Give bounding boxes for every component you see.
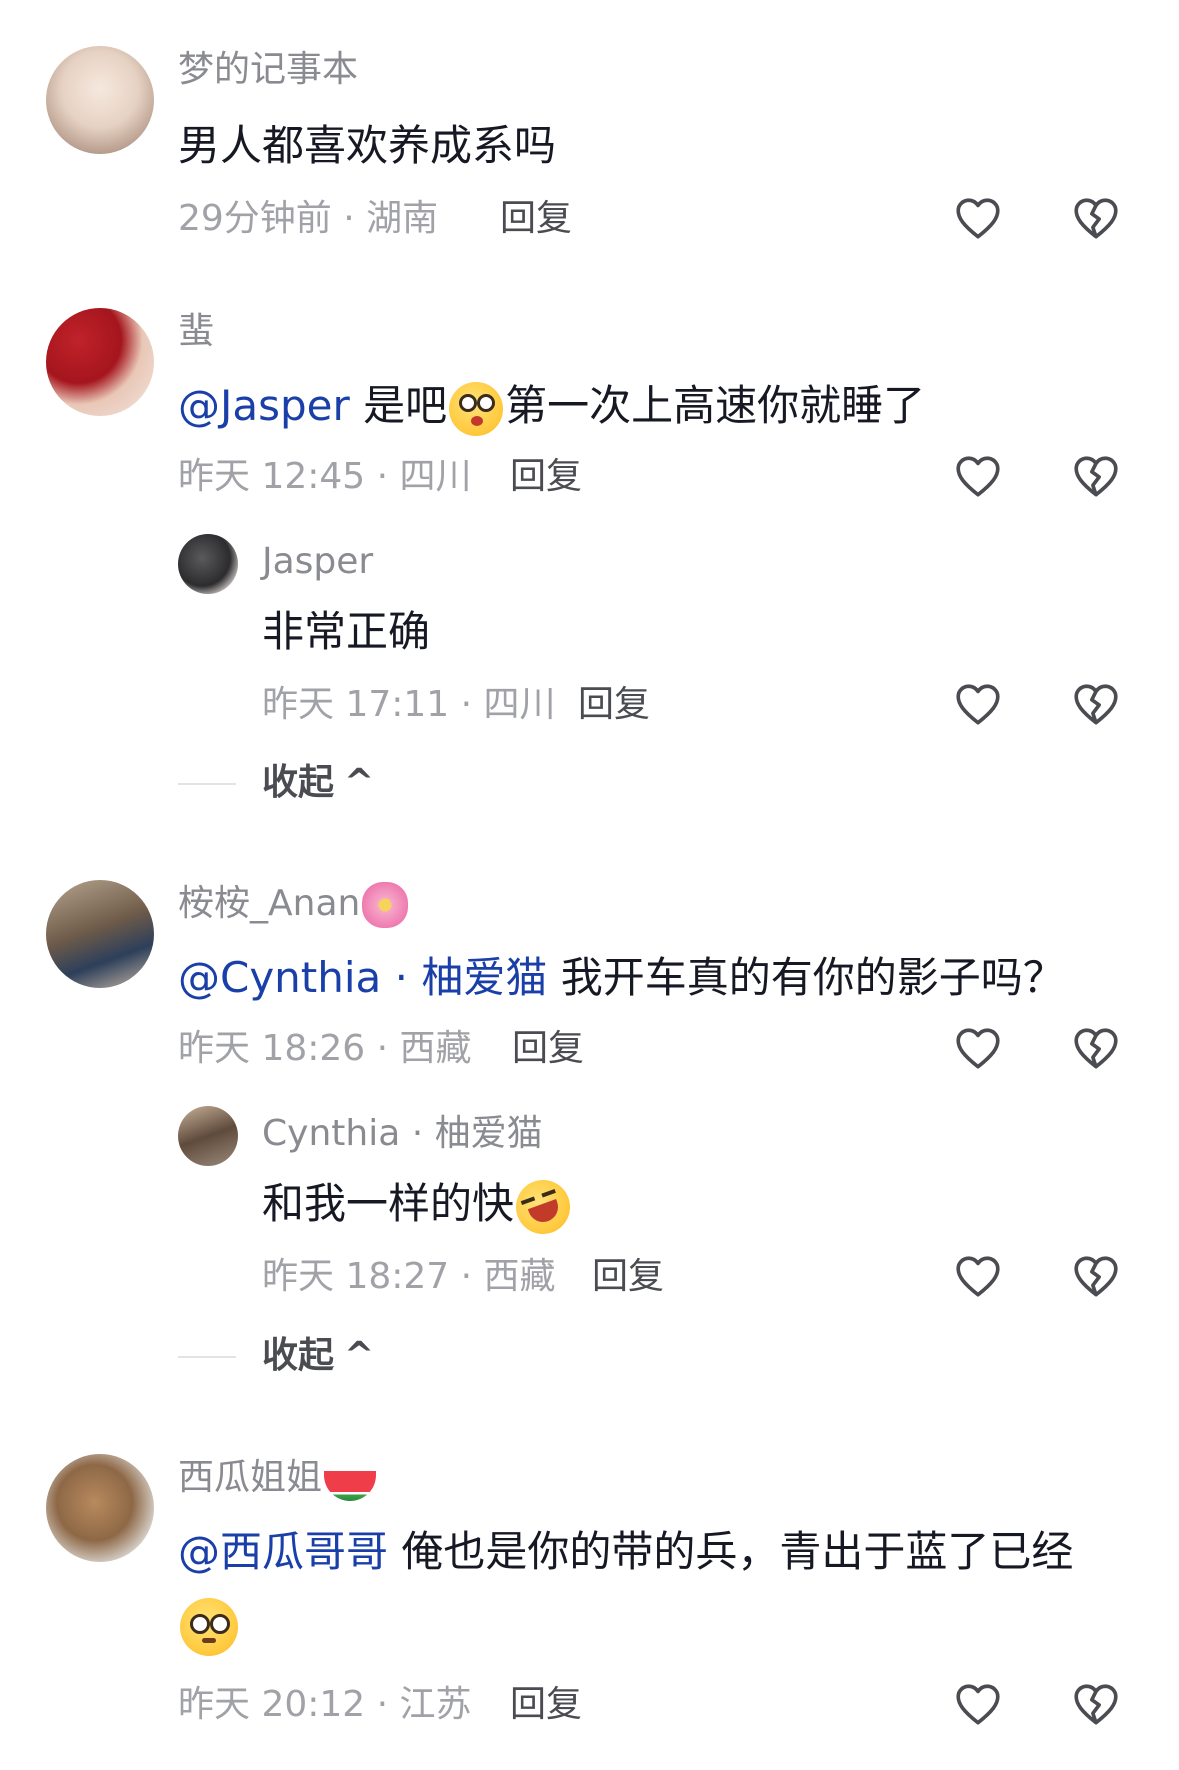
chevron-up-icon: ^: [344, 762, 375, 803]
collapse-replies-button[interactable]: 收起 ^: [262, 761, 374, 805]
comment-meta: 昨天 18:26 · 西藏: [178, 1028, 472, 1069]
flushed-face-emoji: [180, 1597, 238, 1656]
broken-heart-icon: [1074, 684, 1118, 725]
broken-heart-icon: [1074, 1684, 1118, 1725]
divider: [178, 783, 236, 785]
watermelon-emoji: [324, 1471, 377, 1501]
dislike-button[interactable]: [1071, 1680, 1121, 1730]
like-button[interactable]: [953, 194, 1003, 244]
avatar[interactable]: [178, 534, 238, 594]
comment-text-part: 我开车真的有你的影子吗？: [547, 953, 1065, 1002]
reply-author[interactable]: Cynthia · 柚爱猫: [262, 1112, 543, 1156]
reply-button[interactable]: 回复: [510, 1683, 582, 1727]
like-button[interactable]: [953, 452, 1003, 502]
chevron-up-icon: ^: [344, 1335, 375, 1376]
heart-icon: [956, 1256, 1000, 1297]
like-button[interactable]: [953, 1252, 1003, 1302]
like-button[interactable]: [953, 1680, 1003, 1730]
comment-author[interactable]: 梦的记事本: [178, 48, 358, 92]
dislike-button[interactable]: [1071, 1024, 1121, 1074]
comment-text-emoji-line: [178, 1596, 240, 1656]
comment-author[interactable]: 西瓜姐姐: [178, 1456, 378, 1501]
broken-heart-icon: [1074, 1028, 1118, 1069]
avatar[interactable]: [46, 1454, 154, 1562]
like-button[interactable]: [953, 1024, 1003, 1074]
comment-text-part: 第一次上高速你就睡了: [505, 381, 926, 430]
comment-text: @Jasper 是吧 第一次上高速你就睡了: [178, 378, 925, 436]
collapse-label: 收起: [262, 762, 335, 803]
dislike-button[interactable]: [1071, 1252, 1121, 1302]
reply-meta: 昨天 17:11 · 四川: [262, 684, 556, 725]
reply-button[interactable]: 回复: [510, 455, 582, 499]
avatar[interactable]: [46, 46, 154, 154]
reply-text-part: 和我一样的快: [262, 1179, 515, 1228]
collapse-replies-button[interactable]: 收起 ^: [262, 1334, 374, 1378]
dislike-button[interactable]: [1071, 452, 1121, 502]
author-name: 桉桉_Anan: [178, 883, 361, 924]
avatar[interactable]: [46, 880, 154, 988]
mention-link[interactable]: @Jasper: [178, 381, 350, 430]
comment-text: @Cynthia · 柚爱猫 我开车真的有你的影子吗？: [178, 950, 1065, 1006]
comment-meta: 29分钟前 · 湖南: [178, 198, 439, 239]
comment-meta: 昨天 12:45 · 四川: [178, 456, 472, 497]
heart-icon: [956, 198, 1000, 239]
mention-link[interactable]: @Cynthia · 柚爱猫: [178, 953, 547, 1002]
heart-icon: [956, 1684, 1000, 1725]
avatar[interactable]: [178, 1106, 238, 1166]
comment-author[interactable]: 蜚: [178, 310, 214, 354]
avatar[interactable]: [46, 308, 154, 416]
reply-text: 非常正确: [262, 607, 431, 656]
kissing-face-emoji: [449, 381, 504, 436]
reply-button[interactable]: 回复: [500, 197, 572, 241]
mention-link[interactable]: @西瓜哥哥: [178, 1527, 388, 1576]
reply-author[interactable]: Jasper: [262, 540, 373, 584]
heart-icon: [956, 684, 1000, 725]
cherry-blossom-emoji: [362, 882, 409, 928]
comment-author[interactable]: 桉桉_Anan: [178, 882, 410, 928]
dislike-button[interactable]: [1071, 680, 1121, 730]
rolling-laughing-emoji: [508, 1171, 578, 1242]
reply-text: 和我一样的快: [262, 1171, 578, 1242]
heart-icon: [956, 1028, 1000, 1069]
reply-button[interactable]: 回复: [592, 1255, 664, 1299]
comment-text-part: 是吧: [349, 381, 448, 430]
comment-text-part: 俺也是你的带的兵，青出于蓝了已经: [388, 1527, 1074, 1576]
dislike-button[interactable]: [1071, 194, 1121, 244]
comment-text: @西瓜哥哥 俺也是你的带的兵，青出于蓝了已经: [178, 1524, 1073, 1580]
comment-text: 男人都喜欢养成系吗: [178, 121, 557, 170]
heart-icon: [956, 456, 1000, 497]
comment-meta: 昨天 20:12 · 江苏: [178, 1684, 472, 1725]
like-button[interactable]: [953, 680, 1003, 730]
broken-heart-icon: [1074, 1256, 1118, 1297]
broken-heart-icon: [1074, 198, 1118, 239]
broken-heart-icon: [1074, 456, 1118, 497]
reply-button[interactable]: 回复: [578, 683, 650, 727]
divider: [178, 1356, 236, 1358]
reply-meta: 昨天 18:27 · 西藏: [262, 1256, 556, 1297]
collapse-label: 收起: [262, 1335, 335, 1376]
reply-button[interactable]: 回复: [512, 1027, 584, 1071]
author-name: 西瓜姐姐: [178, 1457, 323, 1498]
